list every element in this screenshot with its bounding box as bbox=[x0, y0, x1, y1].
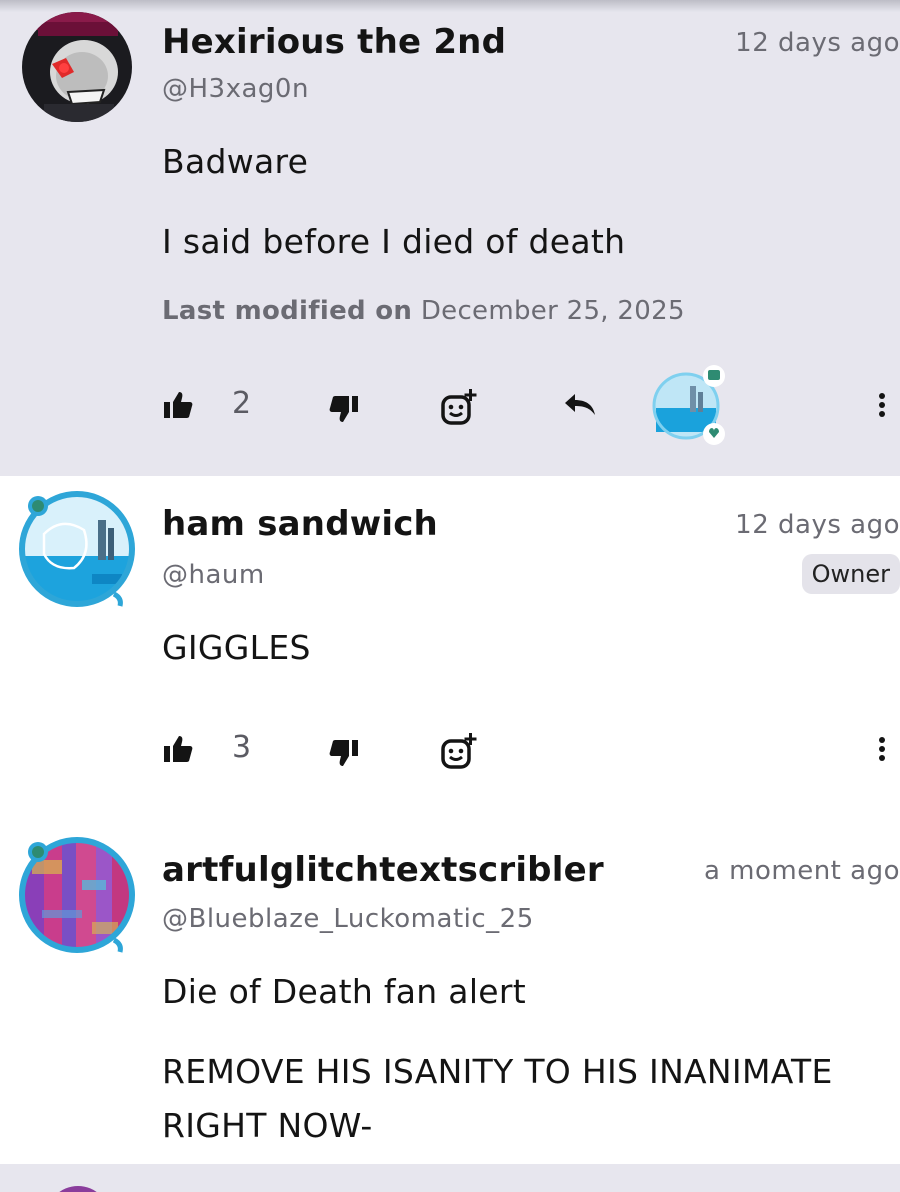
comment-text: RIGHT NOW- bbox=[162, 1106, 373, 1145]
thumbs-up-icon[interactable] bbox=[160, 388, 196, 422]
comment-text: REMOVE HIS ISANITY TO HIS INANIMATE bbox=[162, 1052, 833, 1091]
display-name[interactable]: Hexirious the 2nd bbox=[162, 22, 506, 62]
more-options-icon[interactable] bbox=[872, 734, 892, 770]
display-name[interactable]: artfulglitchtextscribler bbox=[162, 850, 604, 890]
comment-text: GIGGLES bbox=[162, 628, 311, 667]
thumbs-down-icon[interactable] bbox=[326, 392, 362, 426]
owner-badge: Owner bbox=[801, 554, 900, 594]
reply-icon[interactable] bbox=[560, 390, 598, 420]
more-options-icon[interactable] bbox=[872, 390, 892, 426]
last-modified: Last modified on December 25, 2025 bbox=[162, 296, 685, 326]
avatar[interactable] bbox=[22, 12, 132, 122]
last-modified-label: Last modified on bbox=[162, 296, 413, 326]
thumbs-down-icon[interactable] bbox=[326, 736, 362, 770]
user-handle[interactable]: @Blueblaze_Luckomatic_25 bbox=[162, 904, 534, 934]
add-reaction-icon[interactable] bbox=[438, 386, 480, 428]
thumbs-up-icon[interactable] bbox=[160, 732, 196, 766]
avatar[interactable] bbox=[46, 1186, 110, 1192]
avatar[interactable] bbox=[22, 840, 132, 950]
comment-item: ham sandwich 12 days ago @haum Owner GIG… bbox=[0, 476, 900, 816]
like-count: 2 bbox=[232, 386, 252, 421]
comment-item: Hexirious the 2nd 12 days ago @H3xag0n B… bbox=[0, 12, 900, 476]
comment-text: I said before I died of death bbox=[162, 222, 626, 261]
user-handle[interactable]: @H3xag0n bbox=[162, 74, 309, 104]
top-shadow bbox=[0, 0, 900, 12]
timestamp: a moment ago bbox=[703, 856, 900, 886]
add-reaction-icon[interactable] bbox=[438, 730, 480, 772]
timestamp: 12 days ago bbox=[735, 510, 900, 540]
comment-text: Badware bbox=[162, 142, 309, 181]
like-count: 3 bbox=[232, 730, 252, 765]
reacted-by-avatar[interactable] bbox=[650, 364, 730, 448]
comment-text: Die of Death fan alert bbox=[162, 972, 526, 1011]
display-name[interactable]: ham sandwich bbox=[162, 504, 438, 544]
next-comment-peek bbox=[0, 1164, 900, 1192]
last-modified-date: December 25, 2025 bbox=[420, 296, 685, 326]
avatar[interactable] bbox=[22, 494, 132, 604]
comment-item: artfulglitchtextscribler a moment ago @B… bbox=[0, 816, 900, 1164]
user-handle[interactable]: @haum bbox=[162, 560, 265, 590]
timestamp: 12 days ago bbox=[735, 28, 900, 58]
